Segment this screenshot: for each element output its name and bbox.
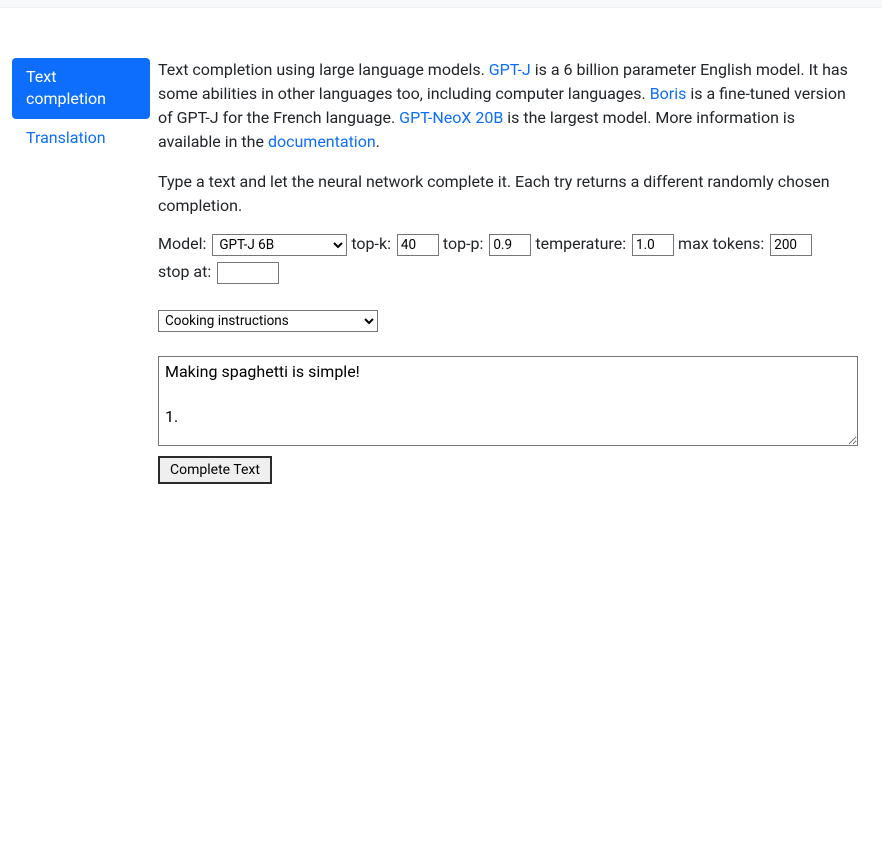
topk-label: top-k: bbox=[351, 234, 391, 253]
complete-text-button[interactable]: Complete Text bbox=[158, 456, 272, 484]
link-gptj[interactable]: GPT-J bbox=[489, 60, 531, 79]
stopat-label: stop at: bbox=[158, 262, 211, 281]
params-row: Model: GPT-J 6B top-k: top-p: temperatur… bbox=[158, 234, 858, 284]
desc-part5: . bbox=[376, 132, 380, 151]
top-bar bbox=[0, 0, 882, 8]
link-boris[interactable]: Boris bbox=[650, 84, 687, 103]
maxtokens-label: max tokens: bbox=[678, 234, 764, 253]
topk-input[interactable] bbox=[397, 234, 439, 256]
desc-part1: Text completion using large language mod… bbox=[158, 60, 489, 79]
prompt-textarea[interactable] bbox=[158, 356, 858, 446]
model-select[interactable]: GPT-J 6B bbox=[212, 234, 347, 256]
main-content: Text completion using large language mod… bbox=[150, 58, 870, 484]
link-gptneox[interactable]: GPT-NeoX 20B bbox=[399, 108, 503, 127]
sidebar: Text completion Translation bbox=[0, 58, 150, 484]
tab-text-completion[interactable]: Text completion bbox=[12, 58, 150, 119]
topp-input[interactable] bbox=[489, 234, 531, 256]
example-select[interactable]: Cooking instructions bbox=[158, 310, 378, 332]
topp-label: top-p: bbox=[443, 234, 483, 253]
link-documentation[interactable]: documentation bbox=[268, 132, 376, 151]
temperature-input[interactable] bbox=[632, 234, 674, 256]
description-text: Text completion using large language mod… bbox=[158, 58, 858, 154]
stopat-input[interactable] bbox=[217, 262, 279, 284]
temperature-label: temperature: bbox=[535, 234, 626, 253]
tab-translation[interactable]: Translation bbox=[12, 119, 150, 157]
model-label: Model: bbox=[158, 234, 206, 253]
instructions-text: Type a text and let the neural network c… bbox=[158, 170, 858, 218]
maxtokens-input[interactable] bbox=[770, 234, 812, 256]
